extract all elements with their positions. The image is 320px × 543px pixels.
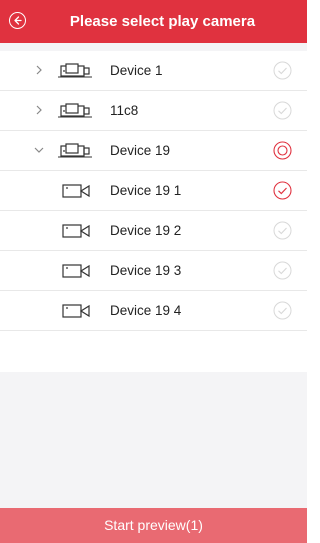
partial-select-circle-icon[interactable] [273, 141, 292, 160]
unchecked-circle-icon[interactable] [273, 61, 292, 80]
empty-area [0, 372, 307, 508]
camera-icon [62, 184, 90, 198]
start-preview-button[interactable]: Start preview(1) [0, 508, 307, 543]
app-header: Please select play camera [0, 0, 307, 43]
unchecked-circle-icon[interactable] [273, 261, 292, 280]
camera-icon [62, 264, 90, 278]
header-spacer [0, 43, 307, 51]
camera-tree: Device 1 11c8 Device 19 Device 19 1 Devi… [0, 51, 307, 331]
camera-row-device-19-3[interactable]: Device 19 3 [0, 251, 307, 291]
nvr-device-icon [58, 103, 92, 118]
camera-icon [62, 304, 90, 318]
checked-circle-icon[interactable] [273, 181, 292, 200]
chevron-right-icon[interactable] [33, 64, 45, 76]
device-label: Device 1 [110, 63, 163, 78]
camera-row-device-19-4[interactable]: Device 19 4 [0, 291, 307, 331]
chevron-down-icon[interactable] [33, 144, 45, 156]
device-label: Device 19 [110, 143, 171, 158]
device-row-device-19[interactable]: Device 19 [0, 131, 307, 171]
camera-row-device-19-2[interactable]: Device 19 2 [0, 211, 307, 251]
camera-row-device-19-1[interactable]: Device 19 1 [0, 171, 307, 211]
chevron-right-icon[interactable] [33, 104, 45, 116]
camera-label: Device 19 3 [110, 263, 182, 278]
device-row-device-1[interactable]: Device 1 [0, 51, 307, 91]
camera-label: Device 19 4 [110, 303, 182, 318]
unchecked-circle-icon[interactable] [273, 101, 292, 120]
unchecked-circle-icon[interactable] [273, 301, 292, 320]
camera-label: Device 19 2 [110, 223, 182, 238]
unchecked-circle-icon[interactable] [273, 221, 292, 240]
nvr-device-icon [58, 63, 92, 78]
page-title: Please select play camera [69, 13, 256, 30]
camera-icon [62, 224, 90, 238]
camera-label: Device 19 1 [110, 183, 182, 198]
nvr-device-icon [58, 143, 92, 158]
device-label: 11c8 [110, 103, 139, 118]
device-row-11c8[interactable]: 11c8 [0, 91, 307, 131]
